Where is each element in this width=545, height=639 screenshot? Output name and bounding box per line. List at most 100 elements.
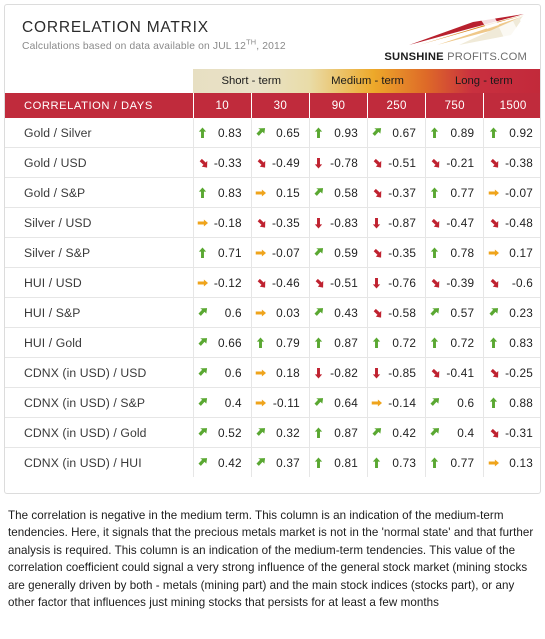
correlation-value: 0.66 [218,335,242,350]
arrow-up-icon [431,247,439,258]
correlation-cell: -0.37 [367,177,427,208]
arrow-up-icon [431,337,439,348]
correlation-cell: 0.13 [483,447,540,477]
correlation-value: 0.65 [276,125,300,140]
day-header-30[interactable]: 30 [251,93,310,118]
day-header-1500[interactable]: 1500 [483,93,540,118]
row-label: Gold / USD [5,147,194,178]
arrow-up-right-icon [372,127,382,136]
arrow-right-icon [255,309,266,316]
correlation-cell: -0.35 [251,207,310,238]
correlation-value: 0.4 [224,395,242,410]
card-header: CORRELATION MATRIX Calculations based on… [5,5,540,69]
correlation-value: 0.83 [218,185,242,200]
day-header-250[interactable]: 250 [367,93,427,118]
row-label: CDNX (in USD) / Gold [5,417,194,448]
correlation-value: 0.18 [276,365,300,380]
row-label: CDNX (in USD) / HUI [5,447,194,477]
arrow-right-icon [255,249,266,256]
correlation-cell: 0.03 [251,297,310,328]
row-label: HUI / USD [5,267,194,298]
correlation-value: -0.78 [330,155,359,170]
day-header-90[interactable]: 90 [309,93,369,118]
arrow-right-icon [197,279,208,286]
table-row: CDNX (in USD) / S&P 0.4 -0.11 0.64 -0.14 0.6 0… [5,387,540,418]
correlation-cell: -0.11 [251,387,310,418]
correlation-cell: 0.23 [483,297,540,328]
correlation-cell: 0.18 [251,357,310,388]
correlation-value: 0.87 [334,335,359,350]
correlation-cell: 0.71 [193,237,252,268]
correlation-cell: 0.87 [309,327,369,358]
correlation-value: -0.39 [446,275,475,290]
correlation-cell: 0.57 [425,297,485,328]
correlation-value: -0.41 [446,365,475,380]
arrow-up-right-icon [314,397,324,406]
arrow-up-right-icon [198,427,207,436]
arrow-right-icon [255,369,266,376]
correlation-cell: 0.79 [251,327,310,358]
arrow-down-right-icon [373,308,382,318]
arrow-up-right-icon [198,397,207,406]
table-row: HUI / S&P 0.6 0.03 0.43 -0.58 0.57 0.23 [5,297,540,328]
correlation-cell: -0.76 [367,267,427,298]
arrow-down-right-icon [490,428,499,438]
arrow-down-right-icon [373,158,382,168]
correlation-value: 0.64 [334,395,359,410]
correlation-cell: -0.18 [193,207,252,238]
row-label: Gold / S&P [5,177,194,208]
correlation-value: -0.47 [446,215,475,230]
correlation-cell: -0.78 [309,147,369,178]
correlation-value: 0.4 [457,425,475,440]
correlation-cell: 0.89 [425,118,485,148]
correlation-value: 0.79 [276,335,300,350]
correlation-value: 0.83 [509,335,533,350]
correlation-cell: 0.37 [251,447,310,477]
correlation-value: -0.51 [388,155,417,170]
correlation-value: -0.38 [505,155,533,170]
correlation-cell: -0.46 [251,267,310,298]
arrow-up-icon [314,427,323,438]
arrow-up-icon [314,337,323,348]
correlation-cell: 0.52 [193,417,252,448]
arrow-down-right-icon [257,158,266,168]
correlation-cell: 0.72 [367,327,427,358]
day-header-750[interactable]: 750 [425,93,485,118]
correlation-cell: 0.6 [193,297,252,328]
table-row: Gold / S&P 0.83 0.15 0.58 -0.37 0.77 -0.07 [5,177,540,208]
correlation-cell: 0.83 [193,118,252,148]
day-header-10[interactable]: 10 [193,93,252,118]
correlation-cell: 0.72 [425,327,485,358]
correlation-value: 0.57 [450,305,475,320]
table-row: HUI / Gold 0.66 0.79 0.87 0.72 0.72 0.83 [5,327,540,358]
table-row: Gold / USD -0.33 -0.49 -0.78 -0.51 -0.21 -0.38 [5,147,540,178]
correlation-value: -0.25 [505,365,533,380]
term-spacer [5,69,194,93]
arrow-right-icon [197,219,208,226]
correlation-cell: 0.15 [251,177,310,208]
table-body: Gold / Silver 0.83 0.65 0.93 0.67 0.89 0.92 Gol… [5,118,540,477]
subtitle-date-ordinal: TH [246,37,257,47]
row-label: Gold / Silver [5,118,194,148]
logo-text-light: PROFITS.COM [443,51,527,63]
logo-text-bold: SUNSHINE [384,51,444,63]
arrow-right-icon [488,189,499,196]
table-row: Gold / Silver 0.83 0.65 0.93 0.67 0.89 0.92 [5,118,540,148]
arrow-up-right-icon [314,247,324,256]
correlation-value: 0.89 [450,125,475,140]
correlation-cell: 0.17 [483,237,540,268]
correlation-cell: 0.42 [367,417,427,448]
correlation-cell: 0.73 [367,447,427,477]
correlation-value: 0.32 [276,425,300,440]
correlation-value: -0.46 [272,275,300,290]
arrow-up-right-icon [430,397,440,406]
correlation-value: 0.73 [392,455,417,470]
logo-wordmark: SUNSHINE PROFITS.COM [384,51,527,63]
subtitle-date: JUL 12 [212,41,247,52]
correlation-value: 0.13 [509,455,533,470]
correlation-value: 0.93 [334,125,359,140]
arrow-up-icon [314,127,323,138]
correlation-cell: -0.48 [483,207,540,238]
arrow-down-right-icon [257,278,266,288]
correlation-value: 0.67 [392,125,417,140]
